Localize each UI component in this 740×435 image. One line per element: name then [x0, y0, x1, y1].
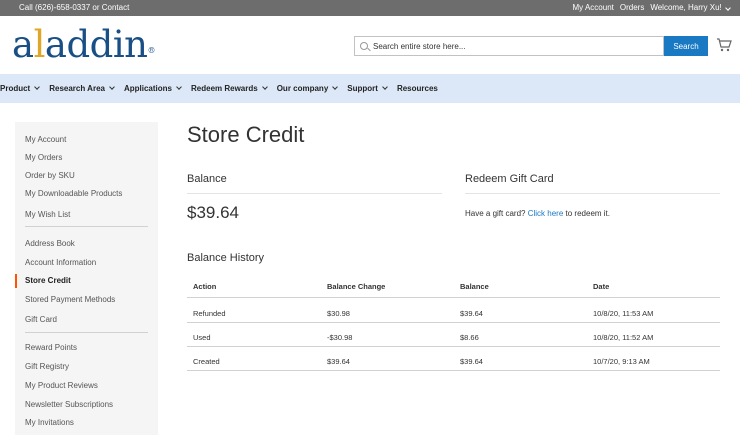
column-header-date: Date	[593, 282, 610, 291]
table-row: Created $39.64 $39.64 10/7/20, 9:13 AM	[187, 351, 720, 375]
search-box	[354, 36, 664, 56]
sidebar-item-address-book[interactable]: Address Book	[25, 239, 75, 248]
nav-item-redeem-rewards[interactable]: Redeem Rewards	[191, 84, 268, 93]
column-header-action: Action	[193, 282, 217, 291]
nav-item-label: Resources	[396, 84, 438, 93]
nav-item-label: Our company	[276, 84, 329, 93]
nav-item-label: Product	[0, 84, 31, 93]
main-navigation: Product Research Area Applications Redee…	[0, 74, 740, 103]
sidebar-item-gift-card[interactable]: Gift Card	[25, 315, 57, 324]
redeem-click-here-link[interactable]: Click here	[528, 209, 564, 218]
nav-item-label: Research Area	[49, 84, 105, 93]
sidebar-item-stored-payment-methods[interactable]: Stored Payment Methods	[25, 295, 115, 304]
orders-link[interactable]: Orders	[620, 3, 644, 12]
table-row-rule	[187, 346, 720, 347]
my-account-link[interactable]: My Account	[573, 3, 614, 12]
logo-text-gold: l	[33, 23, 46, 66]
sidebar-item-wish-list[interactable]: My Wish List	[25, 210, 70, 219]
redeem-suffix: to redeem it.	[565, 209, 610, 218]
sidebar-divider	[25, 226, 148, 227]
sidebar-item-my-invitations[interactable]: My Invitations	[25, 418, 74, 427]
chevron-down-icon	[34, 84, 41, 90]
sidebar-item-gift-registry[interactable]: Gift Registry	[25, 362, 69, 371]
column-header-balance: Balance	[460, 282, 489, 291]
contact-info: Call (626)-658-0337 or Contact	[19, 3, 129, 12]
aladdin-logo[interactable]: aladdin®	[12, 25, 155, 65]
table-row-rule	[187, 370, 720, 371]
nav-item-label: Applications	[123, 84, 172, 93]
sidebar-item-account-information[interactable]: Account Information	[25, 258, 96, 267]
chevron-down-icon	[725, 5, 731, 11]
search-icon	[360, 42, 368, 50]
balance-title: Balance	[187, 173, 227, 185]
welcome-text: Welcome, Harry Xu!	[650, 3, 722, 12]
nav-item-product[interactable]: Product	[0, 84, 41, 93]
logo-text-part1: a	[12, 23, 34, 66]
search-input[interactable]	[373, 39, 653, 53]
cell-date: 10/8/20, 11:52 AM	[593, 333, 654, 342]
site-header: aladdin® Search	[0, 16, 740, 74]
table-header-rule	[187, 297, 720, 298]
nav-item-label: Redeem Rewards	[191, 84, 258, 93]
chevron-down-icon	[261, 84, 268, 90]
column-header-balance-change: Balance Change	[327, 282, 386, 291]
cart-icon[interactable]	[716, 38, 732, 52]
sidebar-divider	[25, 332, 148, 333]
cell-balance-change: $30.98	[327, 309, 350, 318]
nav-item-resources[interactable]: Resources	[397, 84, 438, 93]
account-sidebar: My Account My Orders Order by SKU My Dow…	[15, 122, 158, 435]
chevron-down-icon	[382, 84, 388, 90]
table-row-rule	[187, 322, 720, 323]
top-bar: Call (626)-658-0337 or Contact My Accoun…	[0, 0, 740, 16]
cell-action: Created	[193, 357, 220, 366]
logo-registered-mark: ®	[147, 46, 156, 55]
cell-balance: $39.64	[460, 309, 483, 318]
sidebar-item-my-orders[interactable]: My Orders	[25, 153, 62, 162]
balance-title-rule	[187, 193, 442, 194]
sidebar-item-downloadable-products[interactable]: My Downloadable Products	[25, 189, 122, 198]
redeem-gift-card-text: Have a gift card? Click here to redeem i…	[465, 209, 610, 218]
active-indicator	[15, 274, 17, 288]
table-row: Refunded $30.98 $39.64 10/8/20, 11:53 AM	[187, 303, 720, 327]
cell-date: 10/7/20, 9:13 AM	[593, 357, 650, 366]
balance-history-title: Balance History	[187, 252, 265, 264]
nav-item-research-area[interactable]: Research Area	[49, 84, 115, 93]
welcome-dropdown[interactable]: Welcome, Harry Xu!	[650, 3, 731, 12]
nav-item-our-company[interactable]: Our company	[276, 84, 339, 93]
cell-action: Used	[193, 333, 211, 342]
contact-link[interactable]: Contact	[102, 3, 130, 12]
cell-balance: $39.64	[460, 357, 483, 366]
redeem-gift-card-title: Redeem Gift Card	[465, 173, 554, 185]
page-title: Store Credit	[187, 122, 305, 147]
redeem-title-rule	[465, 193, 720, 194]
nav-item-label: Support	[347, 84, 378, 93]
nav-item-support[interactable]: Support	[347, 84, 388, 93]
table-row: Used -$30.98 $8.66 10/8/20, 11:52 AM	[187, 327, 720, 351]
search-button[interactable]: Search	[664, 36, 708, 56]
chevron-down-icon	[109, 84, 115, 90]
logo-text-part2: addin	[44, 23, 148, 66]
chevron-down-icon	[176, 84, 182, 90]
cell-balance: $8.66	[460, 333, 479, 342]
sidebar-item-order-by-sku[interactable]: Order by SKU	[25, 171, 75, 180]
chevron-down-icon	[332, 84, 339, 90]
sidebar-item-newsletter-subscriptions[interactable]: Newsletter Subscriptions	[25, 400, 113, 409]
sidebar-item-product-reviews[interactable]: My Product Reviews	[25, 381, 98, 390]
cell-action: Refunded	[193, 309, 226, 318]
nav-item-applications[interactable]: Applications	[123, 84, 182, 93]
sidebar-item-store-credit: Store Credit	[25, 276, 71, 285]
account-links: My Account Orders Welcome, Harry Xu!	[573, 3, 731, 12]
redeem-prefix: Have a gift card?	[465, 209, 526, 218]
balance-amount: $39.64	[187, 203, 239, 222]
cell-balance-change: $39.64	[327, 357, 350, 366]
cell-date: 10/8/20, 11:53 AM	[593, 309, 654, 318]
call-text: Call (626)-658-0337 or	[19, 3, 100, 12]
sidebar-item-reward-points[interactable]: Reward Points	[25, 343, 77, 352]
sidebar-item-my-account[interactable]: My Account	[25, 135, 66, 144]
cell-balance-change: -$30.98	[327, 333, 353, 342]
